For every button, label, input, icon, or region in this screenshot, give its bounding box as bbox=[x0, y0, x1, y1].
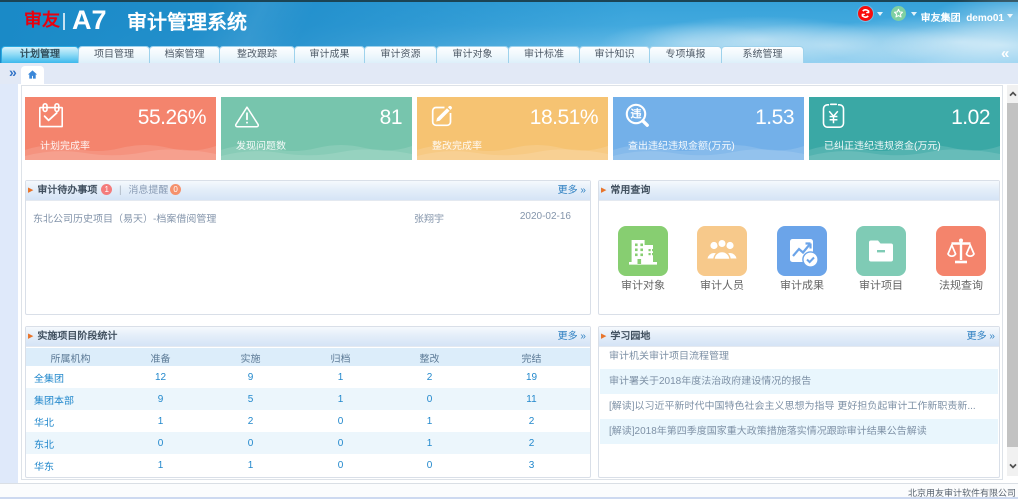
svg-text:违: 违 bbox=[631, 106, 642, 122]
